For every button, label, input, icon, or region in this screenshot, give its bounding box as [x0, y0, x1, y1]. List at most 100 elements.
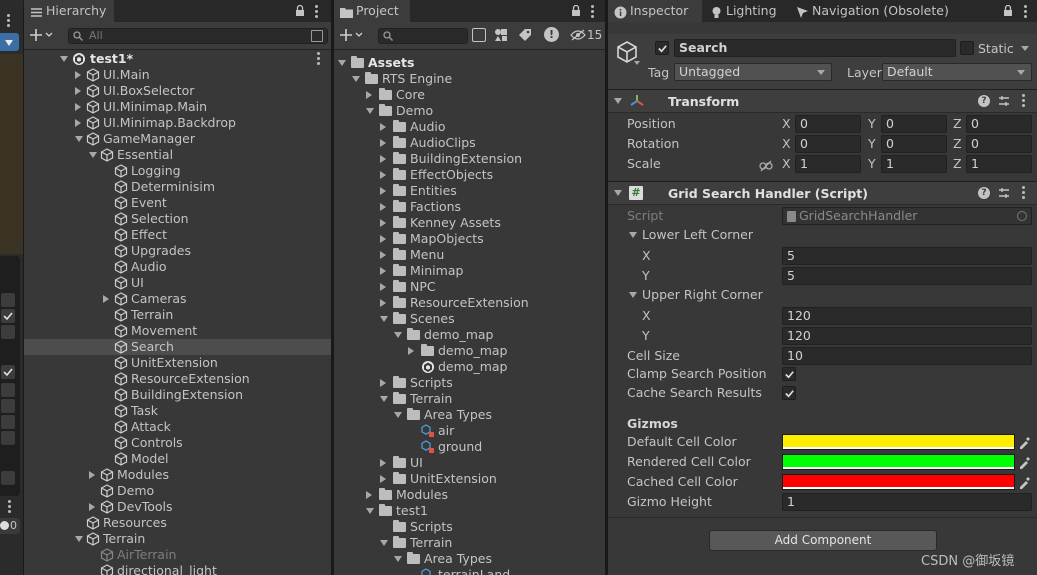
- scene-tab-menu-icon[interactable]: [7, 14, 10, 27]
- overlay-button[interactable]: [1, 471, 15, 485]
- hierarchy-row[interactable]: Selection: [24, 211, 331, 227]
- expand-arrow[interactable]: [103, 295, 109, 303]
- cell-size-input[interactable]: 10: [782, 347, 1032, 365]
- rotation-y-input[interactable]: 0: [881, 135, 947, 153]
- expand-arrow[interactable]: [380, 219, 386, 227]
- expand-arrow[interactable]: [380, 267, 386, 275]
- lower-left-corner-foldout[interactable]: Lower Left Corner: [608, 225, 1037, 245]
- project-row[interactable]: terrainLand: [334, 567, 605, 575]
- expand-arrow[interactable]: [89, 503, 95, 511]
- tab-hierarchy[interactable]: Hierarchy: [24, 0, 114, 22]
- expand-arrow[interactable]: [380, 155, 386, 163]
- project-row[interactable]: air: [334, 423, 605, 439]
- expand-arrow[interactable]: [338, 60, 346, 66]
- lock-icon[interactable]: [295, 4, 305, 16]
- expand-arrow[interactable]: [408, 347, 414, 355]
- expand-arrow[interactable]: [380, 139, 386, 147]
- hierarchy-row[interactable]: Audio: [24, 259, 331, 275]
- upper-right-corner-foldout[interactable]: Upper Right Corner: [608, 285, 1037, 305]
- expand-arrow[interactable]: [380, 316, 388, 322]
- expand-arrow[interactable]: [352, 76, 360, 82]
- foldout-arrow[interactable]: [629, 292, 637, 298]
- hierarchy-row[interactable]: Terrain: [24, 307, 331, 323]
- hierarchy-row[interactable]: Logging: [24, 163, 331, 179]
- help-icon[interactable]: ?: [978, 187, 990, 199]
- project-row[interactable]: Area Types: [334, 551, 605, 567]
- hierarchy-row[interactable]: UI.Minimap.Backdrop: [24, 115, 331, 131]
- project-row[interactable]: demo_map: [334, 359, 605, 375]
- overlay-toggle-checked[interactable]: [1, 365, 15, 379]
- hierarchy-row[interactable]: Resources: [24, 515, 331, 531]
- expand-arrow[interactable]: [75, 536, 83, 542]
- project-row[interactable]: Modules: [334, 487, 605, 503]
- expand-arrow[interactable]: [380, 251, 386, 259]
- hierarchy-row[interactable]: Cameras: [24, 291, 331, 307]
- search-by-type-icon[interactable]: [472, 28, 486, 42]
- expand-arrow[interactable]: [394, 412, 402, 418]
- console-error-counter[interactable]: 0: [0, 518, 20, 534]
- hierarchy-row[interactable]: UI.Main: [24, 67, 331, 83]
- position-x-input[interactable]: 0: [795, 115, 861, 133]
- expand-arrow[interactable]: [380, 459, 386, 467]
- scale-z-input[interactable]: 1: [966, 155, 1032, 173]
- project-row[interactable]: Demo: [334, 103, 605, 119]
- project-row[interactable]: Assets: [334, 55, 605, 71]
- hierarchy-row[interactable]: UnitExtension: [24, 355, 331, 371]
- tab-inspector[interactable]: Inspector: [608, 0, 702, 22]
- project-row[interactable]: UnitExtension: [334, 471, 605, 487]
- overlay-button[interactable]: [1, 293, 15, 307]
- project-search-input[interactable]: [378, 28, 468, 44]
- project-row[interactable]: ResourceExtension: [334, 295, 605, 311]
- project-row[interactable]: Area Types: [334, 407, 605, 423]
- create-plus-icon[interactable]: [340, 28, 364, 44]
- expand-arrow[interactable]: [380, 396, 388, 402]
- overlay-button[interactable]: [1, 431, 15, 445]
- transform-header[interactable]: Transform ?: [608, 89, 1037, 113]
- hierarchy-row[interactable]: directional_light: [24, 563, 331, 575]
- cached-color-swatch[interactable]: [782, 474, 1015, 490]
- hierarchy-row[interactable]: BuildingExtension: [24, 387, 331, 403]
- position-z-input[interactable]: 0: [966, 115, 1032, 133]
- static-dropdown-arrow[interactable]: [1021, 46, 1029, 51]
- layer-dropdown[interactable]: Default: [882, 63, 1032, 81]
- expand-arrow[interactable]: [75, 103, 81, 111]
- presets-icon[interactable]: [998, 187, 1010, 199]
- expand-arrow[interactable]: [380, 540, 388, 546]
- project-row[interactable]: BuildingExtension: [334, 151, 605, 167]
- hierarchy-row[interactable]: DevTools: [24, 499, 331, 515]
- static-checkbox[interactable]: [960, 41, 974, 55]
- expand-arrow[interactable]: [366, 91, 372, 99]
- hierarchy-row[interactable]: Task: [24, 403, 331, 419]
- console-menu-icon[interactable]: [8, 500, 11, 513]
- scale-x-input[interactable]: 1: [795, 155, 861, 173]
- hierarchy-row[interactable]: Event: [24, 195, 331, 211]
- eyedropper-icon[interactable]: [1018, 455, 1032, 469]
- expand-arrow[interactable]: [380, 235, 386, 243]
- lock-icon[interactable]: [571, 4, 581, 16]
- hierarchy-menu-icon[interactable]: [315, 5, 319, 19]
- scene-expand-arrow[interactable]: [60, 56, 68, 62]
- grid-search-handler-header[interactable]: # Grid Search Handler (Script) ?: [608, 181, 1037, 205]
- overlay-toggle-checked[interactable]: [1, 309, 15, 323]
- foldout-arrow[interactable]: [629, 232, 637, 238]
- expand-arrow[interactable]: [89, 152, 97, 158]
- overlay-button[interactable]: [1, 325, 15, 339]
- project-row[interactable]: Minimap: [334, 263, 605, 279]
- hierarchy-row[interactable]: Movement: [24, 323, 331, 339]
- search-filter-icon[interactable]: [311, 30, 323, 42]
- scene-mode-dropdown[interactable]: [0, 33, 19, 51]
- expand-arrow[interactable]: [380, 283, 386, 291]
- default-color-swatch[interactable]: [782, 434, 1015, 450]
- scale-y-input[interactable]: 1: [881, 155, 947, 173]
- scene-viewport[interactable]: [0, 54, 23, 254]
- hierarchy-row[interactable]: UI: [24, 275, 331, 291]
- expand-arrow[interactable]: [75, 87, 81, 95]
- component-foldout-arrow[interactable]: [614, 190, 622, 196]
- rotation-x-input[interactable]: 0: [795, 135, 861, 153]
- tag-icon[interactable]: [518, 28, 532, 42]
- tab-lighting[interactable]: Lighting: [704, 0, 788, 22]
- expand-arrow[interactable]: [394, 332, 402, 338]
- project-row[interactable]: NPC: [334, 279, 605, 295]
- hierarchy-row[interactable]: ResourceExtension: [24, 371, 331, 387]
- project-row[interactable]: EffectObjects: [334, 167, 605, 183]
